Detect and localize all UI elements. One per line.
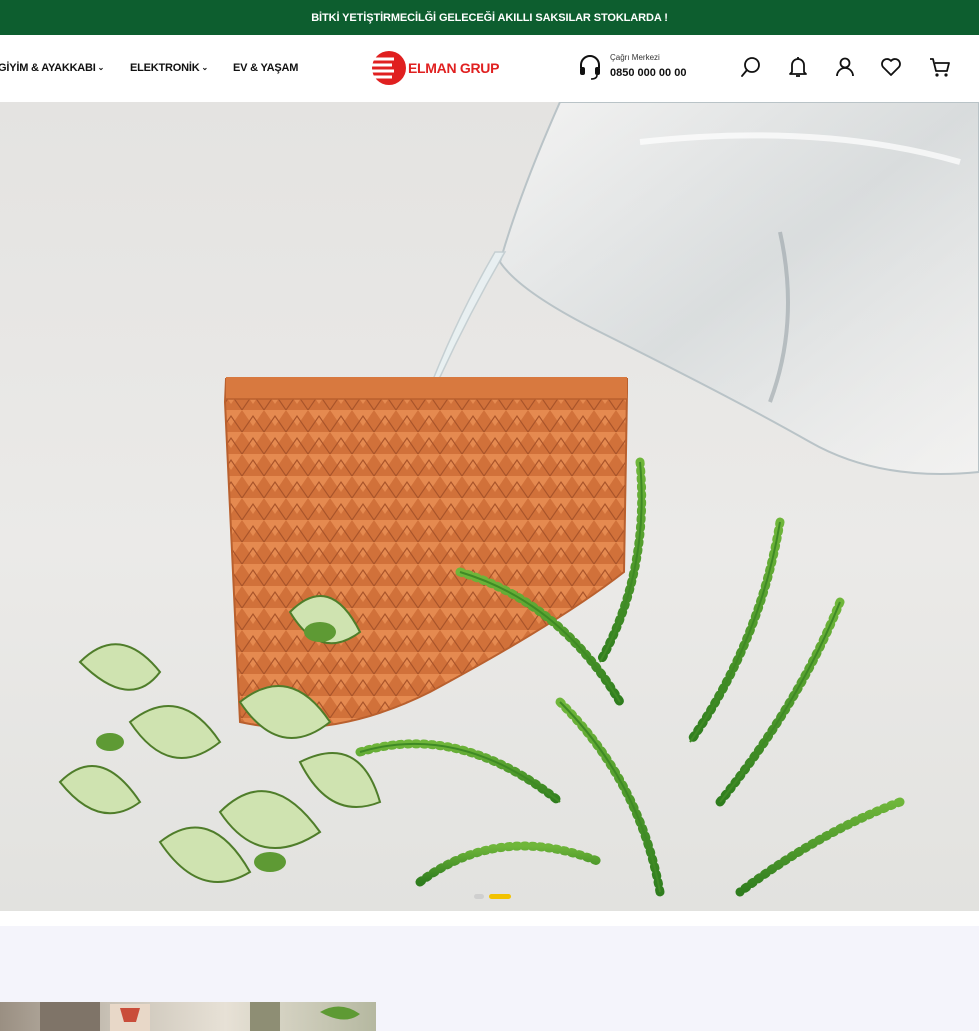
heart-icon[interactable]	[879, 55, 903, 79]
slider-dot[interactable]	[474, 894, 484, 899]
bell-icon[interactable]	[786, 55, 810, 79]
nav-item-label: EV & YAŞAM	[233, 62, 299, 74]
call-center[interactable]: Çağrı Merkezi 0850 000 00 00	[578, 53, 686, 81]
nav-item-ev-yasam[interactable]: EV & YAŞAM	[233, 62, 298, 74]
headset-icon	[580, 55, 600, 80]
call-center-text: Çağrı Merkezi 0850 000 00 00	[610, 53, 686, 81]
site-header: GİYİM & AYAKKABI ⌄ ELEKTRONİK ⌄ EV & YAŞAM…	[0, 35, 979, 102]
call-center-label: Çağrı Merkezi	[610, 53, 660, 62]
chevron-down-icon: ⌄	[97, 63, 105, 72]
product-thumbnail[interactable]	[0, 1002, 376, 1031]
user-icon[interactable]	[833, 55, 857, 79]
slider-dots	[474, 894, 511, 899]
call-center-phone[interactable]: 0850 000 00 00	[610, 65, 686, 81]
nav-item-elektronik[interactable]: ELEKTRONİK ⌄	[130, 62, 208, 74]
nav-item-label: GİYİM & AYAKKABI	[0, 62, 96, 74]
chevron-down-icon: ⌄	[201, 63, 209, 72]
nav-item-label: ELEKTRONİK	[130, 62, 200, 74]
announcement-text: BİTKİ YETİŞTİRMECİLĞİ GELECEĞİ AKILLI SA…	[311, 11, 668, 24]
slider-dot-active[interactable]	[489, 894, 511, 899]
nav-item-giyim[interactable]: GİYİM & AYAKKABI ⌄	[0, 62, 104, 74]
search-icon[interactable]	[739, 55, 763, 79]
thumbnail-image	[40, 1002, 360, 1031]
logo-mark-icon	[370, 51, 406, 85]
logo-text: ELMAN GRUP	[408, 60, 500, 76]
site-logo[interactable]: ELMAN GRUP	[368, 49, 499, 87]
cart-icon[interactable]	[928, 55, 952, 79]
announcement-bar: BİTKİ YETİŞTİRMECİLĞİ GELECEĞİ AKILLI SA…	[0, 0, 979, 35]
hero-slider[interactable]	[0, 102, 979, 911]
hero-image	[58, 102, 979, 897]
